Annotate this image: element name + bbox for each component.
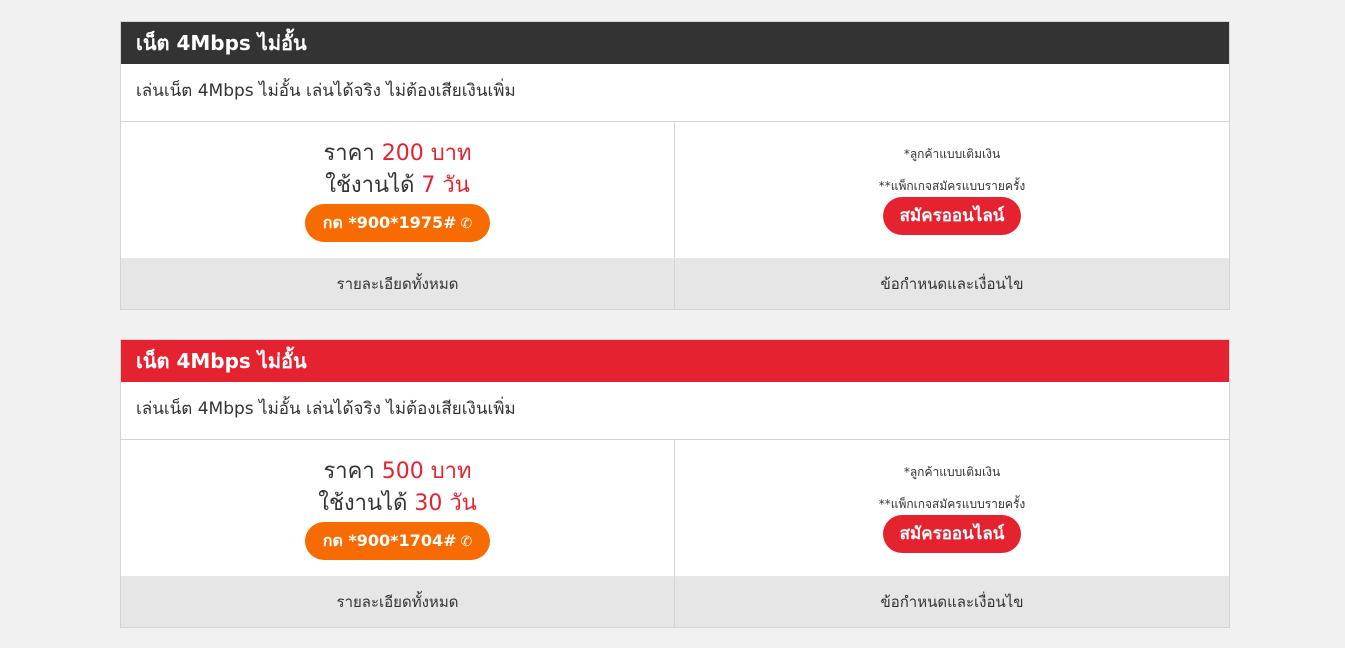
duration-value: 30 วัน xyxy=(414,491,477,516)
price-label: ราคา xyxy=(323,459,375,484)
terms-conditions-link[interactable]: ข้อกำหนดและเงื่อนไข xyxy=(675,577,1229,627)
package-title: เน็ต 4Mbps ไม่อั้น xyxy=(121,22,1229,64)
package-body: ราคา 500 บาท ใช้งานได้ 30 วัน กด *900*17… xyxy=(121,440,1229,576)
prepaid-note: *ลูกค้าแบบเติมเงิน xyxy=(903,147,1001,161)
duration-value: 7 วัน xyxy=(421,173,470,198)
dial-code-button[interactable]: กด *900*1975# ✆ xyxy=(304,204,491,242)
one-time-note: **แพ็กเกจสมัครแบบรายครั้ง xyxy=(878,179,1026,193)
duration-line: ใช้งานได้ 7 วัน xyxy=(121,170,674,202)
price-value: 500 บาท xyxy=(381,459,472,484)
package-description: เล่นเน็ต 4Mbps ไม่อั้น เล่นได้จริง ไม่ต้… xyxy=(121,64,1229,122)
phone-icon: ✆ xyxy=(460,534,473,550)
package-card: เน็ต 4Mbps ไม่อั้น เล่นเน็ต 4Mbps ไม่อั้… xyxy=(120,21,1230,310)
all-details-link[interactable]: รายละเอียดทั้งหมด xyxy=(121,259,675,309)
dial-code-button[interactable]: กด *900*1704# ✆ xyxy=(304,522,491,560)
price-column: ราคา 200 บาท ใช้งานได้ 7 วัน กด *900*197… xyxy=(121,122,675,258)
duration-label: ใช้งานได้ xyxy=(318,491,408,516)
package-footer: รายละเอียดทั้งหมด ข้อกำหนดและเงื่อนไข xyxy=(121,576,1229,627)
phone-icon: ✆ xyxy=(460,216,473,232)
one-time-note: **แพ็กเกจสมัครแบบรายครั้ง xyxy=(878,497,1026,511)
prepaid-note: *ลูกค้าแบบเติมเงิน xyxy=(903,465,1001,479)
page: เน็ต 4Mbps ไม่อั้น เล่นเน็ต 4Mbps ไม่อั้… xyxy=(0,0,1345,648)
package-description: เล่นเน็ต 4Mbps ไม่อั้น เล่นได้จริง ไม่ต้… xyxy=(121,382,1229,440)
package-footer: รายละเอียดทั้งหมด ข้อกำหนดและเงื่อนไข xyxy=(121,258,1229,309)
price-value: 200 บาท xyxy=(381,141,472,166)
dial-code-label: กด *900*1704# xyxy=(322,531,457,550)
signup-column: *ลูกค้าแบบเติมเงิน **แพ็กเกจสมัครแบบรายค… xyxy=(675,122,1229,258)
duration-line: ใช้งานได้ 30 วัน xyxy=(121,488,674,520)
all-details-link[interactable]: รายละเอียดทั้งหมด xyxy=(121,577,675,627)
package-body: ราคา 200 บาท ใช้งานได้ 7 วัน กด *900*197… xyxy=(121,122,1229,258)
price-label: ราคา xyxy=(323,141,375,166)
duration-label: ใช้งานได้ xyxy=(325,173,415,198)
signup-online-button[interactable]: สมัครออนไลน์ xyxy=(882,515,1022,553)
price-line: ราคา 200 บาท xyxy=(121,138,674,170)
signup-online-button[interactable]: สมัครออนไลน์ xyxy=(882,197,1022,235)
package-title: เน็ต 4Mbps ไม่อั้น xyxy=(121,340,1229,382)
price-line: ราคา 500 บาท xyxy=(121,456,674,488)
dial-code-label: กด *900*1975# xyxy=(322,213,457,232)
package-card: เน็ต 4Mbps ไม่อั้น เล่นเน็ต 4Mbps ไม่อั้… xyxy=(120,339,1230,628)
signup-column: *ลูกค้าแบบเติมเงิน **แพ็กเกจสมัครแบบรายค… xyxy=(675,440,1229,576)
terms-conditions-link[interactable]: ข้อกำหนดและเงื่อนไข xyxy=(675,259,1229,309)
price-column: ราคา 500 บาท ใช้งานได้ 30 วัน กด *900*17… xyxy=(121,440,675,576)
